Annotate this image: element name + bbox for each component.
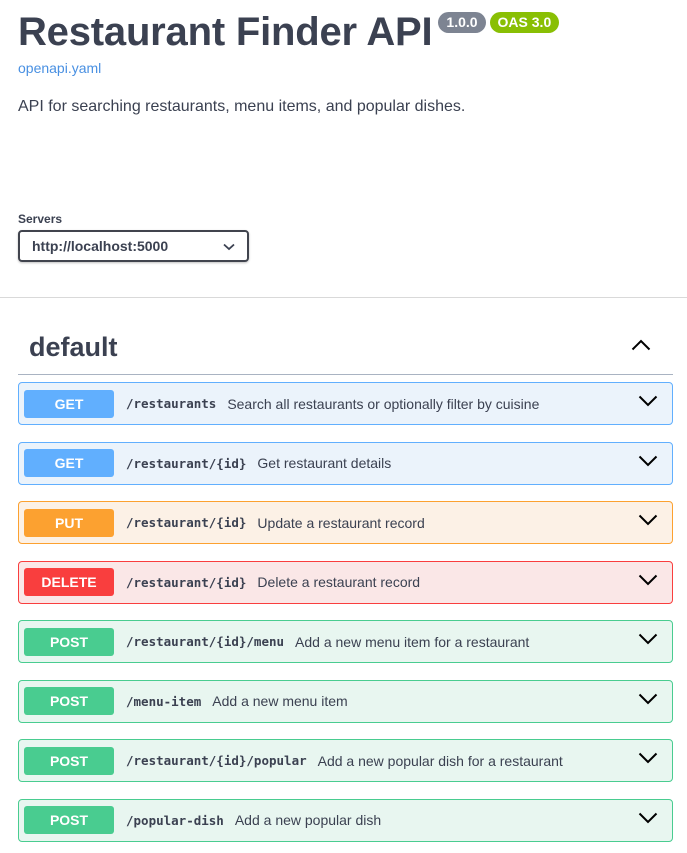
operation-summary: Add a new popular dish bbox=[234, 812, 382, 828]
chevron-down-icon[interactable] bbox=[638, 751, 658, 769]
spec-link[interactable]: openapi.yaml bbox=[18, 60, 678, 76]
api-title: Restaurant Finder API bbox=[18, 10, 433, 54]
server-select-value: http://localhost:5000 bbox=[32, 238, 169, 254]
method-badge: GET bbox=[24, 449, 114, 477]
operation-row[interactable]: POST/restaurant/{id}/menu Add a new menu … bbox=[18, 620, 673, 663]
operation-summary: Get restaurant details bbox=[257, 455, 392, 471]
api-description: API for searching restaurants, menu item… bbox=[18, 98, 466, 115]
operation-row[interactable]: PUT/restaurant/{id} Update a restaurant r… bbox=[18, 501, 673, 544]
server-select[interactable]: http://localhost:5000 bbox=[18, 230, 249, 262]
operation-summary: Update a restaurant record bbox=[257, 514, 425, 531]
operation-path: /menu-item bbox=[126, 693, 202, 709]
operation-summary: Add a new popular dish for a restaurant bbox=[317, 752, 563, 769]
api-info: Restaurant Finder API 1.0.0 OAS 3.0 open… bbox=[18, 8, 678, 116]
version-badge: 1.0.0 bbox=[438, 12, 486, 33]
operation-path: /restaurant/{id} bbox=[126, 515, 247, 530]
operation-row[interactable]: GET/restaurants Search all restaurants or… bbox=[18, 382, 673, 425]
servers-label: Servers bbox=[18, 212, 63, 226]
method-badge: GET bbox=[24, 389, 114, 418]
chevron-down-icon[interactable] bbox=[638, 513, 658, 531]
operation-summary: Add a new menu item for a restaurant bbox=[295, 633, 530, 650]
operation-path: /restaurant/{id}/menu bbox=[126, 634, 285, 649]
servers: Servers http://localhost:5000 bbox=[18, 212, 249, 262]
title-row: Restaurant Finder API 1.0.0 OAS 3.0 bbox=[18, 8, 678, 56]
operation-row[interactable]: GET/restaurant/{id} Get restaurant detail… bbox=[18, 441, 673, 485]
operation-row[interactable]: POST/restaurant/{id}/popular Add a new po… bbox=[18, 739, 673, 782]
chevron-down-icon[interactable] bbox=[638, 394, 658, 412]
section-default: default GET/restaurants Search all restau… bbox=[18, 320, 673, 842]
oas-badge: OAS 3.0 bbox=[489, 12, 560, 33]
operation-summary: Add a new menu item bbox=[212, 693, 348, 709]
chevron-down-icon bbox=[223, 238, 235, 254]
operation-summary: Search all restaurants or optionally fil… bbox=[227, 395, 540, 412]
method-badge: POST bbox=[24, 806, 114, 834]
method-badge: POST bbox=[24, 687, 114, 715]
operation-path: /restaurant/{id}/popular bbox=[126, 753, 307, 768]
operation-row[interactable]: POST/popular-dish Add a new popular dish bbox=[18, 798, 673, 842]
chevron-down-icon[interactable] bbox=[638, 632, 658, 650]
method-badge: POST bbox=[24, 746, 114, 775]
chevron-down-icon[interactable] bbox=[638, 454, 658, 472]
chevron-up-icon[interactable] bbox=[631, 338, 651, 356]
divider bbox=[0, 297, 687, 298]
method-badge: POST bbox=[24, 627, 114, 656]
operation-path: /restaurant/{id} bbox=[126, 574, 247, 590]
operation-path: /popular-dish bbox=[126, 812, 224, 828]
operation-path: /restaurants bbox=[126, 396, 217, 411]
operation-row[interactable]: DELETE/restaurant/{id} Delete a restauran… bbox=[18, 560, 673, 604]
operation-row[interactable]: POST/menu-item Add a new menu item bbox=[18, 679, 673, 723]
operation-summary: Delete a restaurant record bbox=[257, 574, 421, 590]
method-badge: DELETE bbox=[24, 568, 114, 596]
section-title: default bbox=[29, 331, 118, 362]
section-header[interactable]: default bbox=[18, 320, 673, 375]
chevron-down-icon[interactable] bbox=[638, 811, 658, 829]
operation-path: /restaurant/{id} bbox=[126, 455, 247, 471]
method-badge: PUT bbox=[24, 508, 114, 537]
chevron-down-icon[interactable] bbox=[638, 573, 658, 591]
chevron-down-icon[interactable] bbox=[638, 692, 658, 710]
